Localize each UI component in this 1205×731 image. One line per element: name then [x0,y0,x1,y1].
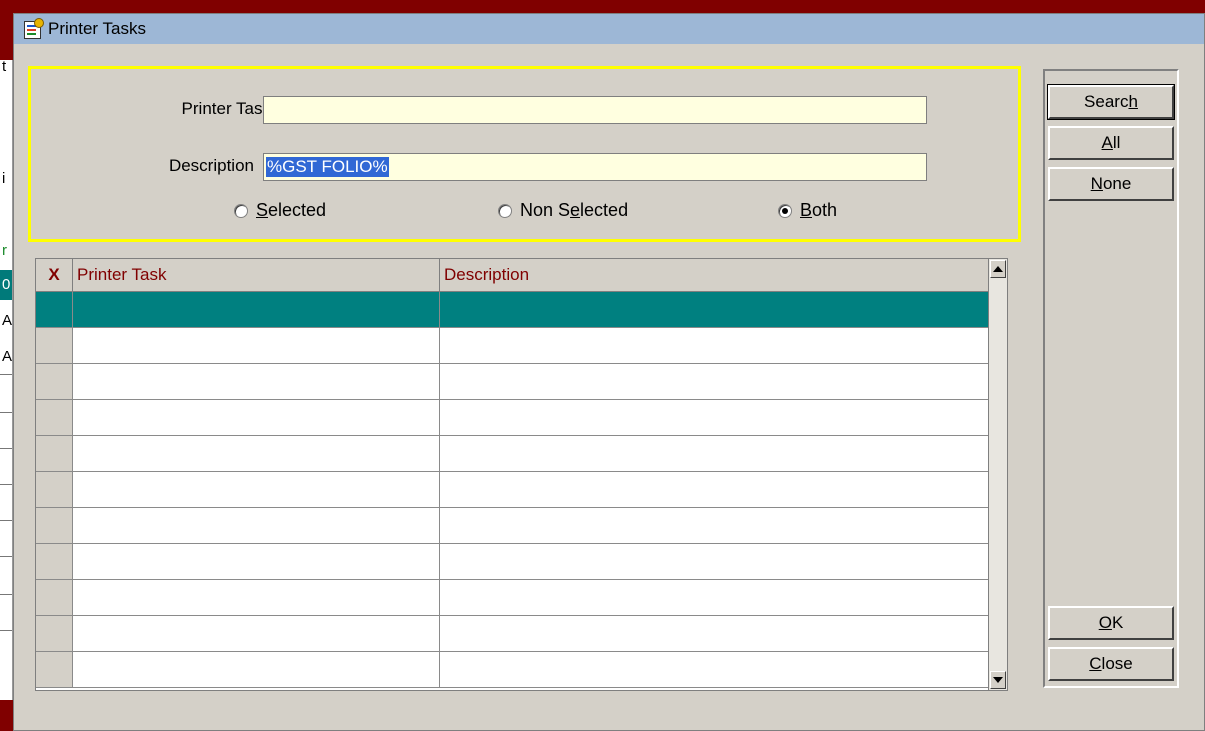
search-button[interactable]: Searc h [1047,84,1175,120]
table-row[interactable] [36,544,991,580]
printer-tasks-grid: X Printer Task Description [35,258,992,691]
radio-both-label: Both [800,200,838,220]
printer-task-cell[interactable] [73,472,440,507]
radio-selected-label: Selected [256,200,327,220]
table-row[interactable] [36,652,991,688]
button-panel [1043,69,1179,688]
row-select-cell[interactable] [36,400,73,435]
select-column-header[interactable]: X [36,259,73,291]
background-window-text: A [2,312,12,329]
row-select-cell[interactable] [36,472,73,507]
printer-task-cell[interactable] [73,436,440,471]
printer-task-cell[interactable] [73,616,440,651]
description-cell[interactable] [440,616,991,651]
window-title: Printer Tasks [48,19,146,38]
printer-task-cell[interactable] [73,292,440,327]
description-cell[interactable] [440,508,991,543]
table-row[interactable] [36,616,991,652]
printer-task-input[interactable] [263,96,927,124]
scroll-down-button[interactable] [990,671,1006,689]
row-select-cell[interactable] [36,328,73,363]
background-window-edge [0,60,13,700]
background-window-divider [0,556,12,557]
radio-non-selected-label: Non Selected [520,200,629,220]
background-window-divider [0,484,12,485]
printer-task-cell[interactable] [73,580,440,615]
description-cell[interactable] [440,544,991,579]
row-select-cell[interactable] [36,436,73,471]
row-select-cell[interactable] [36,652,73,687]
description-cell[interactable] [440,328,991,363]
printer-task-cell[interactable] [73,544,440,579]
description-cell[interactable] [440,580,991,615]
row-select-cell[interactable] [36,616,73,651]
row-select-cell[interactable] [36,508,73,543]
description-selected-text: %GST FOLIO% [266,157,389,177]
background-window-text: i [2,170,6,187]
description-label: Description [168,156,254,175]
radio-both[interactable]: Both [778,200,837,221]
background-window-divider [0,630,12,631]
description-cell[interactable] [440,652,991,687]
search-criteria-group: Printer Task Description %GST FOLIO% Sel… [28,66,1021,242]
printer-task-cell[interactable] [73,652,440,687]
printer-task-cell[interactable] [73,328,440,363]
description-cell[interactable] [440,292,991,327]
radio-non-selected[interactable]: Non Selected [498,200,628,221]
printer-task-cell[interactable] [73,400,440,435]
close-button[interactable]: Close [1048,647,1174,681]
radio-selected[interactable]: Selected [234,200,326,221]
description-column-header[interactable]: Description [440,259,991,291]
printer-tasks-icon [22,18,44,40]
printer-tasks-dialog: Printer Tasks Printer Task Description %… [13,13,1205,731]
background-window-text: r [2,242,7,259]
row-select-cell[interactable] [36,580,73,615]
grid-vertical-scrollbar[interactable] [988,258,1008,691]
table-row[interactable] [36,292,991,328]
grid-header: X Printer Task Description [36,259,991,292]
background-window-text: 0 [2,276,11,293]
radio-non-selected-circle [498,203,512,218]
background-window-divider [0,374,12,375]
printer-task-cell[interactable] [73,508,440,543]
background-window-divider [0,520,12,521]
title-bar[interactable]: Printer Tasks [14,14,1204,44]
ok-button[interactable]: OK [1048,606,1174,640]
background-window-divider [0,594,12,595]
scroll-up-button[interactable] [990,260,1006,278]
table-row[interactable] [36,328,991,364]
grid-body [36,292,991,688]
printer-task-cell[interactable] [73,364,440,399]
background-window-text: t [2,58,7,75]
row-select-cell[interactable] [36,544,73,579]
description-input[interactable]: %GST FOLIO% [263,153,927,181]
radio-selected-circle [234,203,248,218]
table-row[interactable] [36,472,991,508]
printer-task-column-header[interactable]: Printer Task [73,259,440,291]
background-window-frame-top [0,0,1205,13]
all-button[interactable]: All [1048,126,1174,160]
table-row[interactable] [36,400,991,436]
arrow-down-icon [993,677,1003,683]
description-cell[interactable] [440,364,991,399]
table-row[interactable] [36,436,991,472]
row-select-cell[interactable] [36,364,73,399]
row-select-cell[interactable] [36,292,73,327]
description-cell[interactable] [440,436,991,471]
printer-task-label: Printer Task [181,99,271,118]
background-window-text: A [2,348,12,365]
radio-both-circle [778,203,792,218]
arrow-up-icon [993,266,1003,272]
table-row[interactable] [36,508,991,544]
table-row[interactable] [36,580,991,616]
description-cell[interactable] [440,472,991,507]
none-button[interactable]: None [1048,167,1174,201]
background-window-divider [0,412,12,413]
background-window-divider [0,448,12,449]
table-row[interactable] [36,364,991,400]
description-cell[interactable] [440,400,991,435]
